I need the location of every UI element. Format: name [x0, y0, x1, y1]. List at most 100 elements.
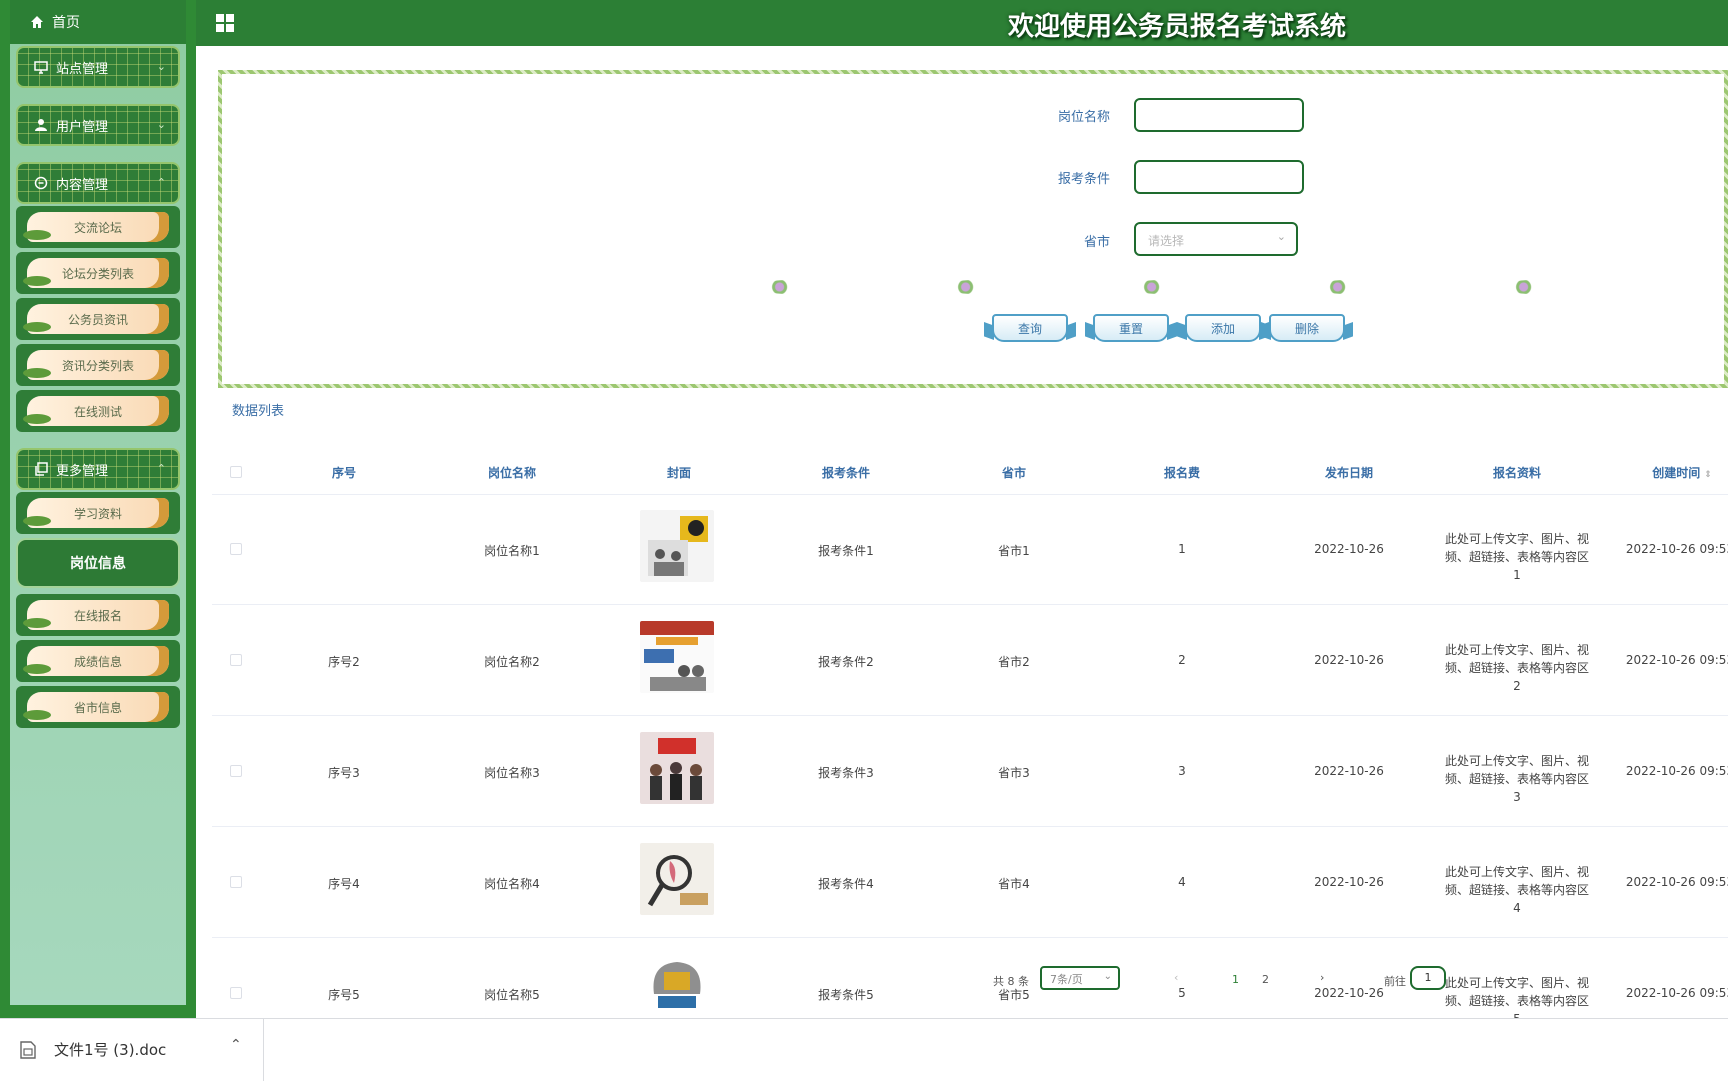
cell-province: 省市4	[998, 877, 1030, 891]
sidebar-item-label: 在线测试	[23, 396, 169, 426]
province-label: 省市	[1083, 235, 1110, 250]
chevron-down-icon: ⌄	[1276, 230, 1286, 243]
cell-material: 此处可上传文字、图片、视频、超链接、表格等内容区1	[1442, 530, 1592, 584]
query-button[interactable]: 查询	[992, 314, 1068, 342]
sidebar-group-label: 用户管理	[56, 119, 109, 135]
cell-condition: 报考条件5	[818, 988, 874, 1002]
cell-material-line: 频、超链接、表格等内容区1	[1444, 550, 1589, 582]
table-row: 岗位名称1 报考条件1 省市1 1 2022-10-26 此处可上传文字、图片、…	[212, 494, 1728, 605]
menu-grid-icon[interactable]	[216, 14, 234, 32]
cover-image[interactable]	[640, 843, 714, 915]
goto-page-input[interactable]: 1	[1410, 966, 1446, 990]
cell-material-line: 此处可上传文字、图片、视	[1444, 643, 1589, 657]
cover-image[interactable]	[640, 732, 714, 804]
sidebar-item-online-test[interactable]: 在线测试	[16, 390, 180, 432]
row-checkbox[interactable]	[230, 654, 242, 666]
cell-seq: 序号3	[328, 766, 360, 780]
cover-image[interactable]	[640, 510, 714, 582]
document-icon	[20, 1041, 36, 1059]
sidebar-item-province-info[interactable]: 省市信息	[16, 686, 180, 728]
row-checkbox[interactable]	[230, 765, 242, 777]
chevron-down-icon: ⌄	[156, 118, 166, 131]
page-number[interactable]: 2	[1262, 973, 1269, 986]
cell-job-name: 岗位名称2	[484, 655, 540, 669]
cell-job-name: 岗位名称3	[484, 766, 540, 780]
sidebar-home-label: 首页	[52, 15, 80, 31]
row-checkbox[interactable]	[230, 876, 242, 888]
chat-icon	[34, 176, 48, 190]
page-size-select[interactable]: 7条/页 ⌄	[1040, 966, 1120, 990]
province-select[interactable]: 请选择 ⌄	[1134, 222, 1298, 256]
sidebar-item-label: 省市信息	[23, 692, 169, 722]
sidebar-item-forum-category[interactable]: 论坛分类列表	[16, 252, 180, 294]
condition-input[interactable]	[1134, 160, 1304, 194]
cell-material-line: 频、超链接、表格等内容区3	[1444, 772, 1589, 804]
sidebar-group-content[interactable]: 内容管理 ⌃	[16, 162, 180, 204]
reset-button[interactable]: 重置	[1093, 314, 1169, 342]
job-name-input[interactable]	[1134, 98, 1304, 132]
chevron-up-icon[interactable]: ⌃	[230, 1037, 242, 1053]
cell-material-line: 频、超链接、表格等内容区4	[1444, 883, 1589, 915]
cell-job-name: 岗位名称5	[484, 988, 540, 1002]
row-checkbox[interactable]	[230, 543, 242, 555]
cell-date: 2022-10-26	[1314, 653, 1384, 667]
cell-material-line: 此处可上传文字、图片、视	[1444, 865, 1589, 879]
next-page-icon[interactable]: ›	[1320, 971, 1324, 984]
delete-button[interactable]: 删除	[1269, 314, 1345, 342]
sidebar-group-user[interactable]: 用户管理 ⌄	[16, 104, 180, 146]
cell-material-line: 此处可上传文字、图片、视	[1444, 532, 1589, 546]
sidebar-item-online-registration[interactable]: 在线报名	[16, 594, 180, 636]
add-button[interactable]: 添加	[1185, 314, 1261, 342]
cell-fee: 5	[1178, 986, 1186, 1000]
cover-image[interactable]	[640, 621, 714, 693]
cell-material-line: 此处可上传文字、图片、视	[1444, 754, 1589, 768]
download-file-name: 文件1号 (3).doc	[54, 1041, 167, 1059]
column-header: 封面	[666, 466, 692, 480]
sidebar-item-score-info[interactable]: 成绩信息	[16, 640, 180, 682]
column-header: 报名资料	[1492, 466, 1542, 480]
copy-icon	[35, 462, 48, 476]
cell-material: 此处可上传文字、图片、视频、超链接、表格等内容区3	[1442, 752, 1592, 806]
cell-fee: 3	[1178, 764, 1186, 778]
cell-seq: 序号2	[328, 655, 360, 669]
prev-page-icon[interactable]: ‹	[1174, 971, 1178, 984]
cell-job-name: 岗位名称4	[484, 877, 540, 891]
select-all-checkbox[interactable]	[230, 466, 242, 478]
download-item[interactable]: 文件1号 (3).doc ⌃	[0, 1019, 264, 1081]
sidebar-item-label: 资讯分类列表	[23, 350, 169, 380]
table-row: 序号4 岗位名称4 报考条件4 省市4 4 2022-10-26 此处可上传文字…	[212, 827, 1728, 938]
sidebar-group-label: 更多管理	[56, 463, 109, 479]
province-placeholder: 请选择	[1148, 234, 1185, 248]
cell-fee: 4	[1178, 875, 1186, 889]
page-number[interactable]: 1	[1232, 973, 1239, 986]
cell-province: 省市2	[998, 655, 1030, 669]
column-header-created-time[interactable]: 创建时间 ⇕	[1652, 464, 1712, 481]
condition-label: 报考条件	[1057, 172, 1110, 187]
chevron-down-icon: ⌄	[1103, 971, 1112, 982]
sidebar-item-label: 交流论坛	[23, 212, 169, 242]
chevron-down-icon: ⌄	[156, 60, 166, 73]
cell-province: 省市3	[998, 766, 1030, 780]
sidebar-group-label: 站点管理	[56, 61, 109, 77]
sidebar-item-news[interactable]: 公务员资讯	[16, 298, 180, 340]
page-title: 欢迎使用公务员报名考试系统	[1008, 12, 1347, 42]
table-row: 序号3 岗位名称3 报考条件3 省市3 3 2022-10-26 此处可上传文字…	[212, 716, 1728, 827]
chevron-up-icon: ⌃	[156, 462, 166, 475]
sidebar-item-job-info-active[interactable]: 岗位信息	[16, 538, 180, 588]
cover-image[interactable]	[640, 954, 714, 1018]
cell-created: 2022-10-26 09:53:	[1625, 986, 1728, 1000]
sort-icon[interactable]: ⇕	[1704, 470, 1712, 480]
sidebar-item-news-category[interactable]: 资讯分类列表	[16, 344, 180, 386]
sidebar-item-study-material[interactable]: 学习资料	[16, 492, 180, 534]
sidebar-group-more[interactable]: 更多管理 ⌃	[16, 448, 180, 490]
job-name-label: 岗位名称	[1057, 110, 1110, 125]
column-header: 报考条件	[821, 466, 871, 480]
row-checkbox[interactable]	[230, 987, 242, 999]
sidebar-item-forum[interactable]: 交流论坛	[16, 206, 180, 248]
cell-seq: 序号5	[328, 988, 360, 1002]
cell-created: 2022-10-26 09:53:	[1625, 653, 1728, 667]
pagination-total: 共 8 条	[993, 975, 1029, 988]
sidebar-item-home[interactable]: 首页	[10, 0, 186, 44]
sidebar-group-label: 内容管理	[56, 177, 109, 193]
sidebar-group-site[interactable]: 站点管理 ⌄	[16, 46, 180, 88]
